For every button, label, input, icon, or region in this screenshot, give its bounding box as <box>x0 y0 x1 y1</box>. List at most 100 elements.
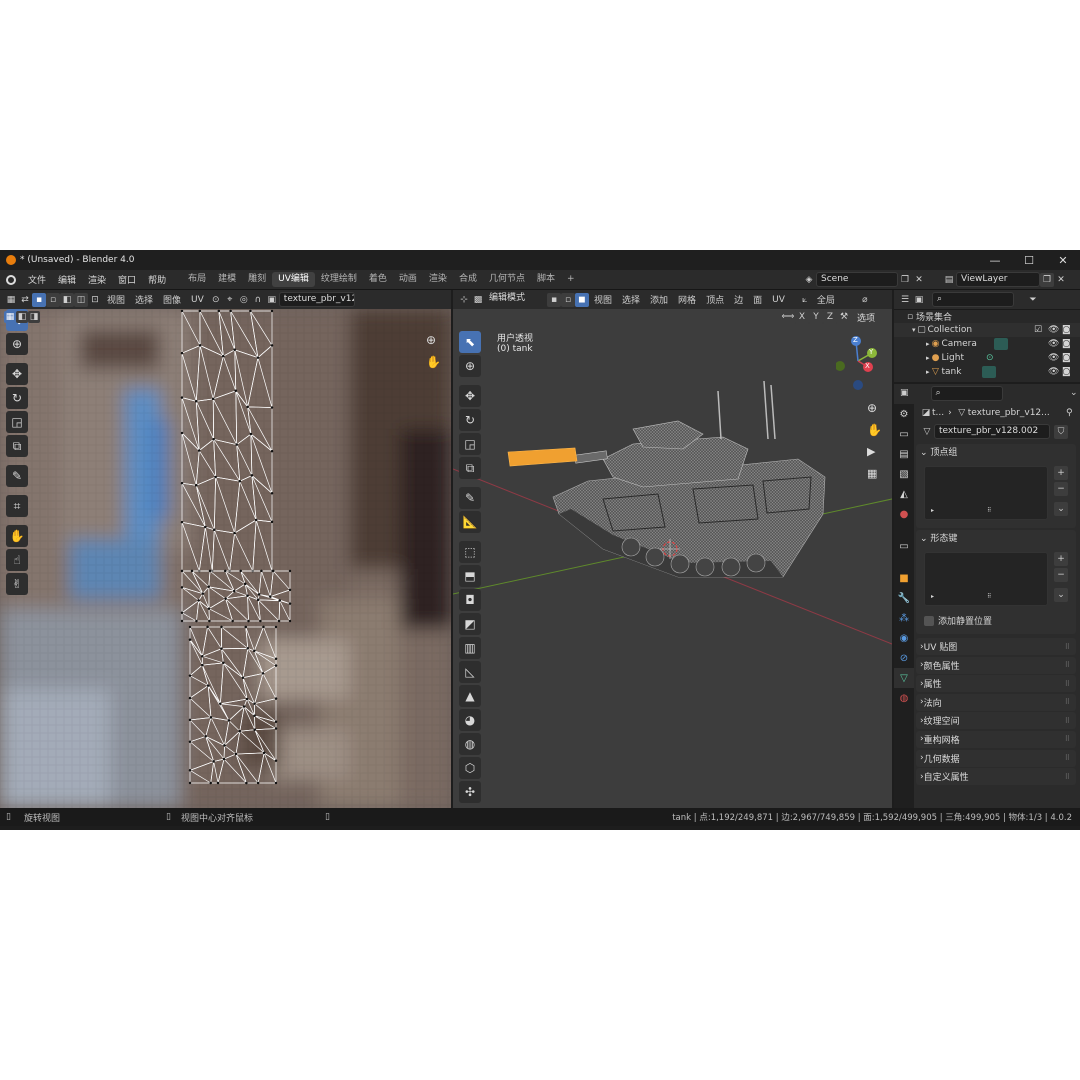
list-resize-handle[interactable]: ⠿ <box>987 507 991 514</box>
add-rest-position-checkbox[interactable] <box>924 615 934 626</box>
image-name-field[interactable]: texture_pbr_v128.p <box>278 292 355 307</box>
world-tab-icon[interactable]: ● <box>894 504 914 524</box>
spin-tool-icon[interactable]: ◕ <box>459 709 481 731</box>
collection-expand-icon[interactable]: ▾ <box>912 326 916 334</box>
options-dropdown[interactable]: 选项 <box>851 311 875 324</box>
shape-list-expand-icon[interactable]: ▸ <box>931 593 934 600</box>
extrude-tool-icon[interactable]: ⬒ <box>459 565 481 587</box>
viewport-snap-icon[interactable]: ⌀ <box>858 293 872 307</box>
panel-drag-handle[interactable]: ⠿ <box>1065 773 1070 781</box>
collection-tab-icon[interactable]: ▭ <box>894 536 914 556</box>
remove-shape-key-button[interactable]: − <box>1054 568 1068 582</box>
camera-expand-icon[interactable]: ▸ <box>926 340 930 348</box>
shear-tool-icon[interactable]: ✣ <box>459 781 481 803</box>
tab-scripting[interactable]: 脚本 <box>531 272 561 287</box>
collection-visibility-icon[interactable]: 👁 <box>1048 325 1059 335</box>
panel-drag-handle[interactable]: ⠿ <box>1065 680 1070 688</box>
add-shape-key-button[interactable]: + <box>1054 552 1068 566</box>
particles-tab-icon[interactable]: ⁂ <box>894 608 914 628</box>
shape-list-resize-handle[interactable]: ⠿ <box>987 593 991 600</box>
scene-copy-icon[interactable]: ❐ <box>898 273 912 287</box>
camera-view-icon[interactable]: ▶ <box>867 445 875 458</box>
panel-section[interactable]: › 法向 ⠿ <box>916 693 1076 711</box>
panel-drag-handle[interactable]: ⠿ <box>1065 698 1070 706</box>
modifier-tab-icon[interactable]: 🔧 <box>894 588 914 608</box>
vp-edge-select-icon[interactable]: ▫ <box>561 292 575 307</box>
blender-menu-icon[interactable] <box>0 274 22 285</box>
bevel-tool-icon[interactable]: ◩ <box>459 613 481 635</box>
panel-section[interactable]: › 纹理空间 ⠿ <box>916 712 1076 730</box>
tab-rendering[interactable]: 渲染 <box>423 272 453 287</box>
transform-orientation-icon[interactable]: ⟀ <box>798 293 812 307</box>
menu-help[interactable]: 帮助 <box>142 273 172 286</box>
xray-wrench-icon[interactable]: ⚒ <box>837 310 851 324</box>
uv-pan-hand-icon[interactable]: ✋ <box>426 355 441 369</box>
light-render-icon[interactable]: ◙ <box>1062 353 1071 363</box>
uv-select-extend-icon[interactable]: ◧ <box>16 311 28 323</box>
close-button[interactable]: ✕ <box>1046 250 1080 270</box>
mirror-x-toggle[interactable]: X <box>795 310 809 324</box>
tab-modeling[interactable]: 建模 <box>212 272 242 287</box>
panel-section[interactable]: › 自定义属性 ⠿ <box>916 768 1076 786</box>
panel-section[interactable]: › UV 贴图 ⠿ <box>916 638 1076 655</box>
mode-selector[interactable]: 编辑模式 <box>485 292 547 307</box>
minimize-button[interactable]: — <box>978 250 1012 270</box>
shape-keys-list[interactable]: ▸ ⠿ <box>924 552 1048 606</box>
shape-key-specials-button[interactable]: ⌄ <box>1054 588 1068 602</box>
outliner-editor-icon[interactable]: ☰ <box>898 293 912 307</box>
vp-menu-edge[interactable]: 边 <box>729 293 748 306</box>
shape-keys-header[interactable]: ⌄ 形态键 <box>916 530 1076 548</box>
panel-drag-handle[interactable]: ⠿ <box>1065 735 1070 743</box>
outliner-item-camera[interactable]: ▸ ◉ Camera 👁 ◙ <box>894 337 1080 351</box>
tab-texture-paint[interactable]: 纹理绘制 <box>315 272 363 287</box>
vp-menu-select[interactable]: 选择 <box>617 293 645 306</box>
tab-animation[interactable]: 动画 <box>393 272 423 287</box>
outliner-item-light[interactable]: ▸ ● Light ⊙ 👁 ◙ <box>894 351 1080 365</box>
uv-menu-view[interactable]: 视图 <box>102 293 130 306</box>
camera-render-icon[interactable]: ◙ <box>1062 339 1071 349</box>
panel-section[interactable]: › 属性 ⠿ <box>916 675 1076 693</box>
output-tab-icon[interactable]: ▤ <box>894 444 914 464</box>
collection-row[interactable]: ▾ ▢ Collection ☑ 👁 ◙ <box>894 323 1080 337</box>
outliner-item-tank[interactable]: ▸ ▽ tank 👁 ◙ <box>894 365 1080 379</box>
vertex-group-specials-button[interactable]: ⌄ <box>1054 502 1068 516</box>
rotate-tool-icon[interactable]: ↻ <box>459 409 481 431</box>
perspective-toggle-icon[interactable]: ▦ <box>867 467 877 480</box>
vp-menu-face[interactable]: 面 <box>748 293 767 306</box>
pivot-icon[interactable]: ⊙ <box>209 293 223 307</box>
inset-tool-icon[interactable]: ◘ <box>459 589 481 611</box>
scene-name-field[interactable]: Scene <box>816 272 898 287</box>
view-layer-copy-icon[interactable]: ❐ <box>1040 272 1054 287</box>
proportional-edit-icon[interactable]: ◎ <box>237 293 251 307</box>
properties-editor-icon[interactable]: ▣ <box>898 386 911 400</box>
uv-editor-canvas[interactable]: ⬉⊕✥↻◲⧉✎⌗✋☝✌ ⊕ ✋ <box>0 309 451 808</box>
vp-face-select-icon[interactable]: ◼ <box>575 292 589 307</box>
cursor-tool-icon[interactable]: ⊕ <box>459 355 481 377</box>
tab-geometry-nodes[interactable]: 几何节点 <box>483 272 531 287</box>
view-layer-tab-icon[interactable]: ▧ <box>894 464 914 484</box>
panel-section[interactable]: › 几何数据 ⠿ <box>916 749 1076 767</box>
tank-render-icon[interactable]: ◙ <box>1062 367 1071 377</box>
properties-options-icon[interactable]: ⌄ <box>1067 386 1080 400</box>
falloff-icon[interactable]: ∩ <box>251 293 265 307</box>
shrink-tool-icon[interactable]: ⬡ <box>459 757 481 779</box>
mirror-z-toggle[interactable]: Z <box>823 310 837 324</box>
edge-select-icon[interactable]: ▫ <box>46 292 60 307</box>
scene-icon[interactable]: ◈ <box>802 273 816 287</box>
mirror-icon[interactable]: ⟺ <box>781 310 795 324</box>
pinch-tool-icon[interactable]: ✌ <box>6 573 28 595</box>
tank-visibility-icon[interactable]: 👁 <box>1048 367 1059 377</box>
add-cube-tool-icon[interactable]: ⬚ <box>459 541 481 563</box>
constraints-tab-icon[interactable]: ⊘ <box>894 648 914 668</box>
rotate-tool-icon[interactable]: ↻ <box>6 387 28 409</box>
move-tool-icon[interactable]: ✥ <box>6 363 28 385</box>
viewport-zoom-icon[interactable]: ⊕ <box>867 401 877 415</box>
3d-viewport[interactable]: 用户透视 (0) tank ⬉ ⊕ ✥ ↻ ◲ ⧉ ✎ 📐 ⬚ ⬒ ◘ ◩ ▥ ◺ ▲ ◕ ◍ ⬡ ✣ ⟺ X Y … <box>453 309 892 808</box>
select-tool-icon[interactable]: ⬉ <box>459 331 481 353</box>
annotate-tool-icon[interactable]: ✎ <box>6 465 28 487</box>
uv-zoom-icon[interactable]: ⊕ <box>426 333 436 347</box>
tool-tab-icon[interactable]: ⚙ <box>894 404 914 424</box>
uv-select-box-icon[interactable]: ▦ <box>4 311 16 323</box>
relax-tool-icon[interactable]: ☝ <box>6 549 28 571</box>
panel-drag-handle[interactable]: ⠿ <box>1065 717 1070 725</box>
